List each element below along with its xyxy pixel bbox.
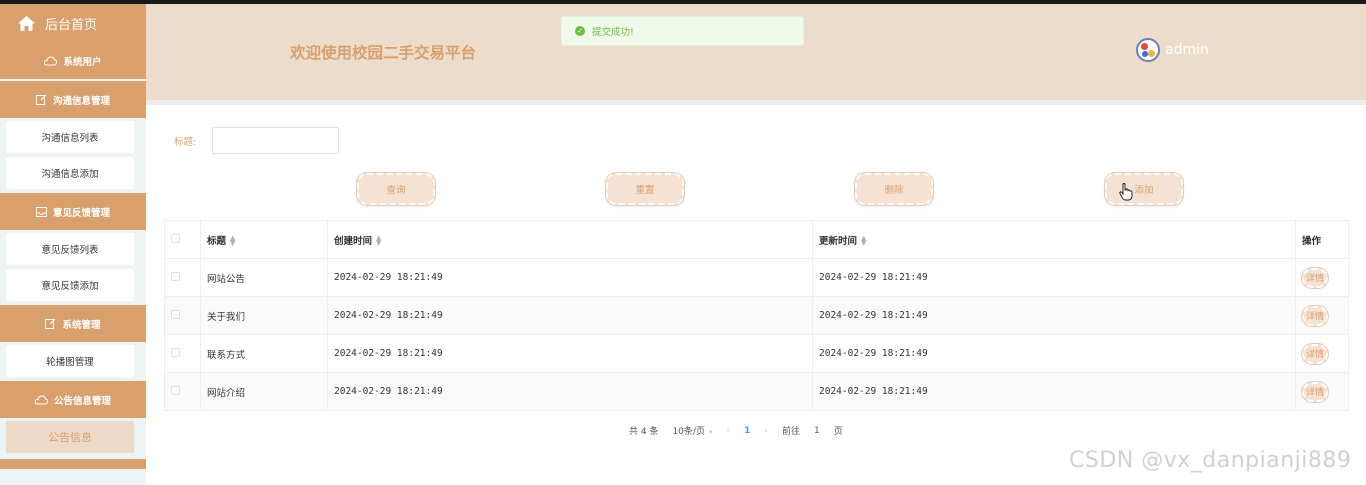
table-row: 网站介绍 2024-02-29 18:21:49 2024-02-29 18:2…: [164, 372, 1349, 411]
detail-button[interactable]: 详情: [1302, 343, 1328, 364]
query-button[interactable]: 查询: [357, 173, 435, 205]
pagination: 共 4 条 10条/页 ▾ ‹ 1 › 前往 1 页: [629, 424, 857, 438]
pagination-total: 共 4 条: [629, 427, 659, 437]
site-title: 欢迎使用校园二手交易平台: [290, 44, 477, 62]
goto-page-input[interactable]: 1: [814, 426, 820, 436]
success-toast: ✓ 提交成功!: [561, 16, 804, 46]
cell-created: 2024-02-29 18:21:49: [327, 372, 813, 411]
row-checkbox[interactable]: [171, 385, 180, 395]
inbox-icon: [35, 206, 47, 217]
prev-page-icon[interactable]: ‹: [726, 426, 730, 436]
sort-icon[interactable]: ▲ ▼: [861, 235, 866, 247]
select-all-checkbox[interactable]: [171, 233, 180, 243]
sidebar-group-next: [0, 459, 146, 469]
toast-message: 提交成功!: [592, 27, 634, 38]
edit-icon: [45, 318, 56, 329]
header-divider: [146, 100, 1366, 105]
row-checkbox[interactable]: [171, 271, 180, 281]
user-menu[interactable]: admin: [1136, 38, 1209, 62]
sidebar-group-label: 沟通信息管理: [52, 95, 110, 107]
edit-icon: [35, 94, 47, 105]
column-updated-label: 更新时间: [819, 235, 858, 247]
cell-updated: 2024-02-29 18:21:49: [812, 296, 1296, 335]
search-title-input[interactable]: [212, 127, 339, 154]
detail-button[interactable]: 详情: [1302, 381, 1328, 402]
row-checkbox[interactable]: [171, 309, 180, 319]
sidebar-group-label: 系统管理: [62, 319, 101, 331]
cloud-icon: [34, 394, 48, 405]
cell-updated: 2024-02-29 18:21:49: [812, 372, 1296, 411]
row-checkbox[interactable]: [171, 347, 180, 357]
cloud-icon: [44, 55, 58, 66]
avatar: [1136, 38, 1160, 62]
chevron-down-icon: ▾: [708, 428, 713, 436]
cell-title: 网站介绍: [200, 372, 328, 411]
delete-button[interactable]: 删除: [855, 173, 933, 205]
page-number-current[interactable]: 1: [744, 426, 750, 436]
sort-icon[interactable]: ▲ ▼: [376, 235, 381, 247]
table-header-row: 标题 ▲ ▼ 创建时间 ▲ ▼ 更新时间 ▲ ▼ 操作: [164, 220, 1349, 259]
detail-button[interactable]: 详情: [1302, 267, 1328, 288]
sidebar-group-system-users[interactable]: 系统用户: [0, 42, 146, 79]
sidebar-group-label: 公告信息管理: [53, 395, 111, 407]
sidebar-item-communication-add[interactable]: 沟通信息添加: [6, 157, 134, 189]
page-size-select[interactable]: 10条/页 ▾: [672, 424, 712, 437]
detail-button[interactable]: 详情: [1302, 305, 1328, 326]
hand-cursor-icon: [1119, 183, 1133, 201]
sidebar-group-feedback[interactable]: 意见反馈管理: [0, 193, 146, 230]
cell-created: 2024-02-29 18:21:49: [327, 258, 813, 297]
sidebar-group-notice[interactable]: 公告信息管理: [0, 381, 146, 418]
watermark: CSDN @vx_danpianji889: [1069, 448, 1352, 473]
username: admin: [1165, 42, 1209, 58]
table-row: 网站公告 2024-02-29 18:21:49 2024-02-29 18:2…: [164, 258, 1349, 297]
table-row: 联系方式 2024-02-29 18:21:49 2024-02-29 18:2…: [164, 334, 1349, 373]
house-icon: [18, 15, 35, 31]
sidebar: 后台首页 系统用户 沟通信息管理 沟通信息列表 沟通信息添加 意见反馈管理 意见…: [0, 4, 146, 485]
column-header-updated[interactable]: 更新时间 ▲ ▼: [812, 220, 1296, 259]
sidebar-item-notice[interactable]: 公告信息: [6, 421, 134, 453]
header: 欢迎使用校园二手交易平台 ✓ 提交成功! admin: [146, 4, 1366, 100]
cell-title: 联系方式: [200, 334, 328, 373]
sidebar-item-carousel[interactable]: 轮播图管理: [6, 345, 134, 377]
notice-table: 标题 ▲ ▼ 创建时间 ▲ ▼ 更新时间 ▲ ▼ 操作 网站公告 2024-02-29 18…: [164, 220, 1349, 411]
column-header-created[interactable]: 创建时间 ▲ ▼: [327, 220, 813, 259]
sidebar-home[interactable]: 后台首页: [0, 4, 146, 42]
check-circle-icon: ✓: [575, 26, 585, 36]
sidebar-item-feedback-list[interactable]: 意见反馈列表: [6, 233, 134, 265]
cell-created: 2024-02-29 18:21:49: [327, 296, 813, 335]
cell-updated: 2024-02-29 18:21:49: [812, 334, 1296, 373]
search-title-label: 标题:: [174, 137, 197, 148]
sidebar-home-label: 后台首页: [45, 17, 98, 33]
sort-icon[interactable]: ▲ ▼: [230, 235, 235, 247]
cell-created: 2024-02-29 18:21:49: [327, 334, 813, 373]
add-button[interactable]: 添加: [1105, 173, 1183, 205]
cell-updated: 2024-02-29 18:21:49: [812, 258, 1296, 297]
column-header-title[interactable]: 标题 ▲ ▼: [200, 220, 328, 259]
table-row: 关于我们 2024-02-29 18:21:49 2024-02-29 18:2…: [164, 296, 1349, 335]
sidebar-item-communication-list[interactable]: 沟通信息列表: [6, 121, 134, 153]
next-page-icon[interactable]: ›: [764, 426, 768, 436]
goto-label: 前往: [781, 427, 800, 437]
column-created-label: 创建时间: [334, 235, 373, 247]
select-all-cell: [164, 220, 201, 259]
sidebar-item-feedback-add[interactable]: 意见反馈添加: [6, 269, 134, 301]
goto-suffix: 页: [833, 427, 843, 437]
cell-title: 网站公告: [200, 258, 328, 297]
sidebar-group-communication[interactable]: 沟通信息管理: [0, 81, 146, 118]
sidebar-group-system[interactable]: 系统管理: [0, 305, 146, 342]
column-title-label: 标题: [207, 235, 227, 247]
sidebar-group-label: 系统用户: [63, 56, 102, 68]
sidebar-group-label: 意见反馈管理: [52, 207, 110, 219]
reset-button[interactable]: 重置: [606, 173, 684, 205]
cell-title: 关于我们: [200, 296, 328, 335]
column-header-actions: 操作: [1295, 220, 1349, 259]
